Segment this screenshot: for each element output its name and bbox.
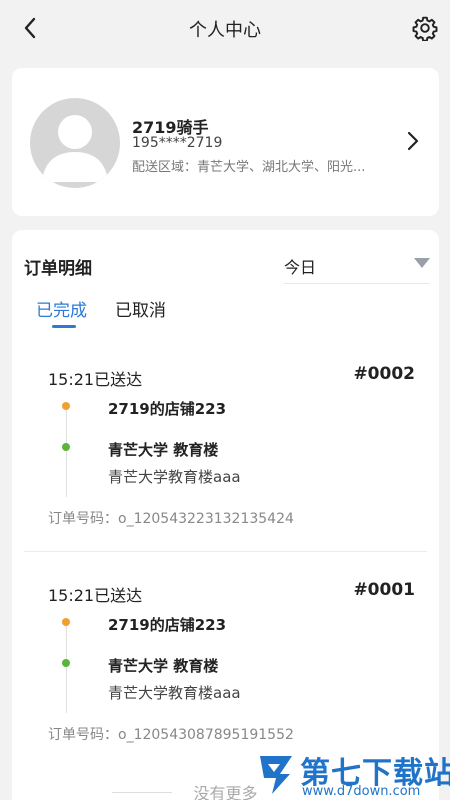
shop-dot	[62, 618, 70, 626]
order-serial: 订单号码：o_120543223132135424	[48, 511, 294, 527]
orders-card: 订单明细 今日 已完成 已取消 15:21已送达 #0002 2719的店铺22…	[12, 230, 439, 800]
avatar-placeholder-icon	[42, 115, 108, 182]
shop-name: 2719的店铺223	[108, 400, 227, 418]
order-item[interactable]: 15:21已送达 #0002 2719的店铺223 青芒大学 教育楼 青芒大学教…	[24, 340, 427, 552]
tab-cancelled[interactable]: 已取消	[115, 296, 166, 321]
order-time: 15:21已送达	[48, 586, 143, 605]
caret-down-icon	[414, 258, 430, 268]
order-number: #0002	[353, 364, 415, 384]
order-time: 15:21已送达	[48, 370, 143, 389]
delivery-area: 配送区域：青芒大学、湖北大学、阳光...	[132, 160, 366, 175]
shop-dot	[62, 402, 70, 410]
watermark-logo-icon	[260, 756, 292, 794]
destination-detail: 青芒大学教育楼aaa	[108, 468, 241, 486]
shop-name: 2719的店铺223	[108, 616, 227, 634]
watermark: 第七下载站 www.d7down.com	[254, 748, 450, 800]
order-item[interactable]: 15:21已送达 #0001 2719的店铺223 青芒大学 教育楼 青芒大学教…	[24, 556, 427, 768]
header-bar: 个人中心	[0, 0, 450, 56]
tab-completed[interactable]: 已完成	[36, 296, 87, 321]
active-tab-indicator	[52, 325, 76, 328]
destination-dot	[62, 443, 70, 451]
timeline-line	[66, 623, 67, 713]
rider-phone: 195****2719	[132, 135, 223, 151]
orders-title: 订单明细	[24, 259, 92, 279]
destination-detail: 青芒大学教育楼aaa	[108, 684, 241, 702]
divider	[112, 792, 172, 793]
destination-name: 青芒大学 教育楼	[108, 441, 219, 459]
destination-name: 青芒大学 教育楼	[108, 657, 219, 675]
page-title: 个人中心	[189, 20, 261, 41]
date-filter-select[interactable]: 今日	[284, 246, 430, 284]
order-number: #0001	[353, 580, 415, 600]
watermark-url: www.d7down.com	[302, 784, 421, 799]
profile-card[interactable]: 2719骑手 195****2719 配送区域：青芒大学、湖北大学、阳光...	[12, 68, 439, 216]
timeline-line	[66, 407, 67, 497]
chevron-right-icon[interactable]	[405, 130, 421, 152]
avatar	[30, 98, 120, 188]
destination-dot	[62, 659, 70, 667]
settings-button[interactable]	[410, 13, 440, 43]
gear-icon	[412, 16, 438, 41]
order-serial: 订单号码：o_120543087895191552	[48, 727, 294, 743]
no-more-text: 没有更多	[193, 784, 258, 800]
date-filter-value: 今日	[284, 258, 317, 277]
